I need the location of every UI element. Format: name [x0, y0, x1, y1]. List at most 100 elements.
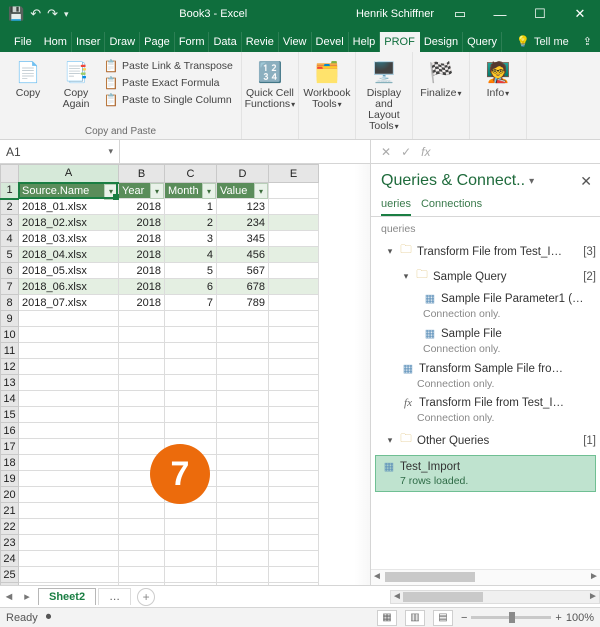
- table-header[interactable]: Year▾: [119, 183, 165, 199]
- cancel-fx-icon[interactable]: ✕: [381, 145, 391, 159]
- scroll-right-icon[interactable]: ►: [587, 591, 599, 603]
- row-header[interactable]: 21: [1, 503, 19, 519]
- new-sheet-button[interactable]: +: [137, 588, 155, 606]
- cell[interactable]: 678: [217, 279, 269, 295]
- cell[interactable]: 2018: [119, 199, 165, 215]
- tree-query-selected[interactable]: ▦Test_Import 7 rows loaded.: [375, 455, 596, 492]
- col-header-d[interactable]: D: [217, 165, 269, 183]
- cell[interactable]: 3: [165, 231, 217, 247]
- cell[interactable]: 2018_05.xlsx: [19, 263, 119, 279]
- info-button[interactable]: 🧑‍🏫 Info▾: [476, 56, 520, 99]
- row-header[interactable]: 20: [1, 487, 19, 503]
- filter-icon[interactable]: ▾: [254, 183, 268, 199]
- row-header[interactable]: 17: [1, 439, 19, 455]
- row-header[interactable]: 5: [1, 247, 19, 263]
- zoom-slider[interactable]: [471, 616, 551, 619]
- paste-link-transpose-button[interactable]: 📋Paste Link & Transpose: [102, 58, 235, 74]
- row-header[interactable]: 14: [1, 391, 19, 407]
- row-header[interactable]: 25: [1, 567, 19, 583]
- scroll-left-icon[interactable]: ◄: [371, 571, 383, 582]
- row-header[interactable]: 8: [1, 295, 19, 311]
- quick-cell-functions-button[interactable]: 🔢 Quick Cell Functions▾: [248, 56, 292, 110]
- paste-single-column-button[interactable]: 📋Paste to Single Column: [102, 92, 235, 108]
- cell[interactable]: 567: [217, 263, 269, 279]
- cell[interactable]: 7: [165, 295, 217, 311]
- scroll-thumb[interactable]: [385, 572, 475, 582]
- tab-review[interactable]: Revie: [242, 32, 279, 52]
- select-all-corner[interactable]: [1, 165, 19, 183]
- pane-dropdown-icon[interactable]: ▾: [529, 176, 534, 187]
- filter-icon[interactable]: ▾: [104, 184, 118, 200]
- copy-button[interactable]: 📄 Copy: [6, 56, 50, 99]
- tab-formulas[interactable]: Form: [175, 32, 210, 52]
- cell[interactable]: 2018: [119, 231, 165, 247]
- save-icon[interactable]: 💾: [8, 6, 24, 22]
- table-header[interactable]: Month▾: [165, 183, 217, 199]
- cell[interactable]: 2018: [119, 247, 165, 263]
- row-header[interactable]: 16: [1, 423, 19, 439]
- sheet-first-icon[interactable]: ◄: [0, 591, 18, 603]
- sheet-hscrollbar[interactable]: ◄ ►: [390, 590, 600, 604]
- row-header[interactable]: 22: [1, 519, 19, 535]
- namebox-dropdown-icon[interactable]: ▾: [108, 146, 113, 157]
- tree-query[interactable]: ▦Sample File: [371, 324, 600, 343]
- col-header-c[interactable]: C: [165, 165, 217, 183]
- row-header[interactable]: 12: [1, 359, 19, 375]
- workbook-tools-button[interactable]: 🗂️ Workbook Tools▾: [305, 56, 349, 110]
- tree-folder[interactable]: ▾🗀Other Queries [1]: [371, 428, 600, 453]
- fx-icon[interactable]: fx: [421, 145, 430, 159]
- row-header[interactable]: 1: [1, 183, 19, 199]
- finalize-button[interactable]: 🏁 Finalize▾: [419, 56, 463, 99]
- row-header[interactable]: 26: [1, 583, 19, 586]
- filter-icon[interactable]: ▾: [150, 183, 164, 199]
- row-header[interactable]: 7: [1, 279, 19, 295]
- paste-exact-formula-button[interactable]: 📋Paste Exact Formula: [102, 75, 235, 91]
- row-header[interactable]: 3: [1, 215, 19, 231]
- scroll-thumb[interactable]: [403, 592, 483, 602]
- query-tree[interactable]: ▾🗀Transform File from Test_I… [3] ▾🗀Samp…: [371, 239, 600, 569]
- scroll-right-icon[interactable]: ►: [588, 571, 600, 582]
- row-header[interactable]: 15: [1, 407, 19, 423]
- col-header-e[interactable]: E: [269, 165, 319, 183]
- redo-icon[interactable]: ↷: [47, 6, 58, 22]
- pane-tab-queries[interactable]: ueries: [381, 194, 411, 216]
- cell[interactable]: 789: [217, 295, 269, 311]
- tree-query[interactable]: fxTransform File from Test_I…: [371, 394, 600, 412]
- view-normal-icon[interactable]: ▦: [377, 610, 397, 626]
- formula-input[interactable]: [120, 140, 370, 163]
- row-header[interactable]: 19: [1, 471, 19, 487]
- tab-file[interactable]: File: [6, 32, 40, 52]
- row-header[interactable]: 10: [1, 327, 19, 343]
- cell[interactable]: 1: [165, 199, 217, 215]
- row-header[interactable]: 13: [1, 375, 19, 391]
- close-pane-icon[interactable]: ✕: [580, 173, 592, 190]
- scroll-left-icon[interactable]: ◄: [391, 591, 403, 603]
- tree-query[interactable]: ▦Transform Sample File fro…: [371, 359, 600, 378]
- worksheet[interactable]: A B C D E 1 Source.Name▾ Year▾ Month▾ Va…: [0, 164, 370, 585]
- table-header[interactable]: Source.Name▾: [19, 183, 119, 199]
- row-header[interactable]: 4: [1, 231, 19, 247]
- sheet-tab-overflow[interactable]: …: [98, 588, 131, 605]
- tab-draw[interactable]: Draw: [105, 32, 140, 52]
- cell[interactable]: 2018: [119, 279, 165, 295]
- row-header[interactable]: 24: [1, 551, 19, 567]
- minimize-button[interactable]: —: [480, 0, 520, 28]
- tab-data[interactable]: Data: [209, 32, 241, 52]
- sheet-prev-icon[interactable]: ▸: [18, 590, 36, 603]
- tab-home[interactable]: Hom: [40, 32, 72, 52]
- ribbon-options-icon[interactable]: ▭: [440, 0, 480, 28]
- cell[interactable]: 2018_02.xlsx: [19, 215, 119, 231]
- close-button[interactable]: ✕: [560, 0, 600, 28]
- cell[interactable]: 2018: [119, 263, 165, 279]
- cell[interactable]: 234: [217, 215, 269, 231]
- cell[interactable]: 2018: [119, 215, 165, 231]
- macro-record-icon[interactable]: ⏺: [46, 611, 52, 624]
- share-icon[interactable]: ⇪: [575, 31, 600, 52]
- cell[interactable]: 2018_06.xlsx: [19, 279, 119, 295]
- maximize-button[interactable]: ☐: [520, 0, 560, 28]
- row-header[interactable]: 9: [1, 311, 19, 327]
- col-header-b[interactable]: B: [119, 165, 165, 183]
- tree-query[interactable]: ▦Sample File Parameter1 (…: [371, 289, 600, 308]
- cell[interactable]: 456: [217, 247, 269, 263]
- tree-folder[interactable]: ▾🗀Transform File from Test_I… [3]: [371, 239, 600, 264]
